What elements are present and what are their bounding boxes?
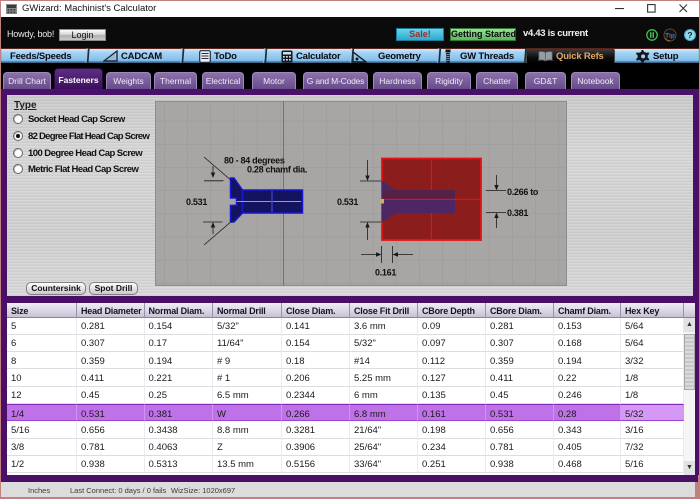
svg-text:0.531: 0.531 — [186, 197, 207, 207]
svg-text:0.161: 0.161 — [375, 268, 396, 278]
svg-text:0.381: 0.381 — [507, 208, 528, 218]
svg-text:?: ? — [687, 30, 692, 40]
svg-text:Tip: Tip — [665, 33, 675, 40]
svg-text:0.266 to: 0.266 to — [507, 187, 539, 197]
svg-text:0.28 chamf dia.: 0.28 chamf dia. — [247, 165, 307, 175]
svg-text:0.531: 0.531 — [337, 197, 358, 207]
